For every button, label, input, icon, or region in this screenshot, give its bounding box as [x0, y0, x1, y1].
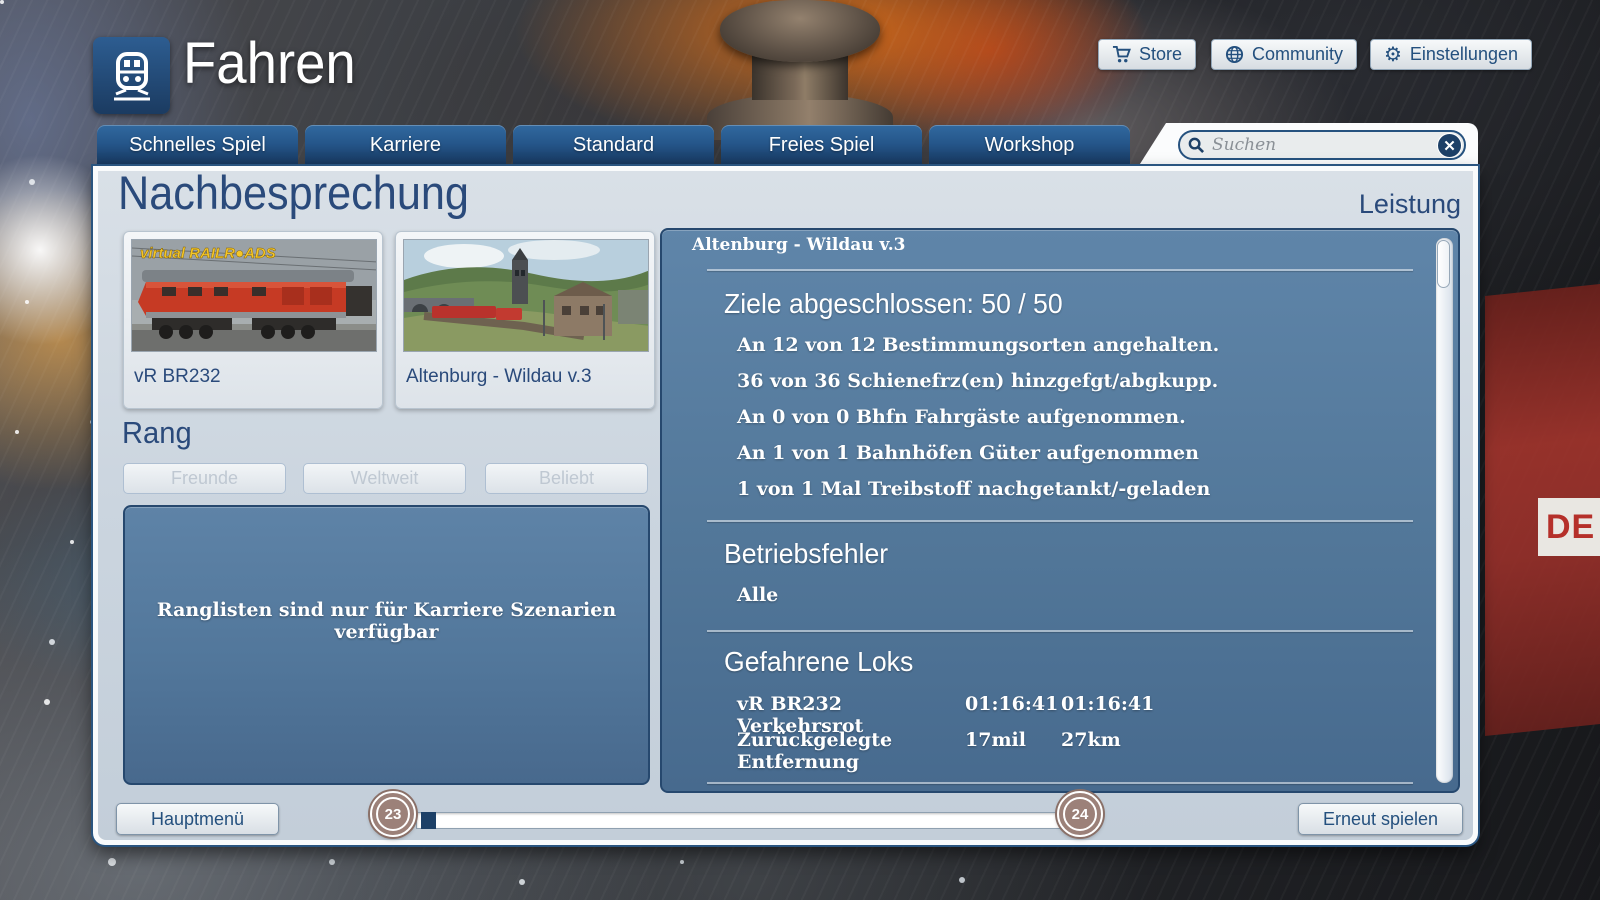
- level-badge-start: 23: [370, 791, 416, 837]
- search-area: ✕: [1138, 123, 1478, 167]
- gear-icon: ⚙: [1383, 43, 1402, 66]
- goal-item: 1 von 1 Mal Treibstoff nachgetankt/-gela…: [737, 478, 1211, 500]
- route-thumbnail-label: Altenburg - Wildau v.3: [406, 366, 592, 387]
- store-button[interactable]: Store: [1097, 39, 1196, 70]
- search-clear-button[interactable]: ✕: [1437, 133, 1462, 158]
- level-start-value: 23: [384, 805, 402, 823]
- tab-schnelles-spiel[interactable]: Schnelles Spiel: [97, 125, 298, 166]
- rank-popular-button[interactable]: Beliebt: [485, 463, 648, 494]
- results-panel: Altenburg - Wildau v.3 Ziele abgeschloss…: [660, 228, 1460, 793]
- loks-title: Gefahrene Loks: [724, 646, 914, 677]
- goal-item: An 12 von 12 Bestimmungsorten angehalten…: [737, 334, 1220, 356]
- cart-icon: [1112, 45, 1131, 63]
- tab-freies-spiel[interactable]: Freies Spiel: [721, 125, 922, 166]
- loco-thumbnail-label: vR BR232: [134, 366, 221, 387]
- divider: [707, 630, 1413, 632]
- panel-content: Nachbesprechung Leistung virtual RAILR●A…: [98, 166, 1473, 840]
- locomotive-funnel-art: [695, 0, 905, 140]
- score-slider-track[interactable]: [416, 812, 1084, 829]
- main-panel: Schnelles Spiel Karriere Standard Freies…: [93, 123, 1478, 845]
- goal-item: An 0 von 0 Bhfn Fahrgäste aufgenommen.: [737, 406, 1186, 428]
- settings-button[interactable]: ⚙ Einstellungen: [1369, 39, 1532, 70]
- rank-panel: Ranglisten sind nur für Karriere Szenari…: [123, 505, 650, 785]
- distance-miles: 17mil: [965, 729, 1026, 751]
- distance-km: 27km: [1061, 729, 1121, 751]
- level-end-value: 24: [1071, 805, 1089, 823]
- scenario-name: Altenburg - Wildau v.3: [692, 235, 906, 255]
- tab-workshop[interactable]: Workshop: [929, 125, 1130, 166]
- results-scrollbar-thumb[interactable]: [1437, 240, 1450, 288]
- community-label: Community: [1251, 44, 1343, 64]
- background-db-logo: DE: [1538, 498, 1600, 556]
- tab-standard[interactable]: Standard: [513, 125, 714, 166]
- page-title: Nachbesprechung: [118, 166, 469, 219]
- replay-button[interactable]: Erneut spielen: [1298, 803, 1463, 835]
- rank-message: Ranglisten sind nur für Karriere Szenari…: [156, 599, 617, 643]
- goals-title: Ziele abgeschlossen: 50 / 50: [724, 288, 1063, 319]
- divider: [707, 269, 1413, 271]
- score-slider-thumb[interactable]: [421, 812, 436, 829]
- tab-karriere[interactable]: Karriere: [305, 125, 506, 166]
- divider: [707, 520, 1413, 522]
- train-icon: [113, 51, 150, 100]
- goal-item: An 1 von 1 Bahnhöfen Güter aufgenommen: [737, 442, 1199, 464]
- tab-bar: Schnelles Spiel Karriere Standard Freies…: [93, 123, 1478, 167]
- search-input[interactable]: [1205, 135, 1464, 155]
- goal-item: 36 von 36 Schienefrz(en) hinzgefgt/abgku…: [737, 370, 1219, 392]
- main-menu-button[interactable]: Hauptmenü: [116, 803, 279, 835]
- globe-icon: [1225, 45, 1244, 64]
- distance-label: Zurückgelegte Entfernung: [737, 729, 893, 773]
- loco-thumbnail-image: virtual RAILR●ADS: [131, 239, 377, 352]
- route-thumbnail-image: [403, 239, 649, 352]
- community-button[interactable]: Community: [1210, 39, 1357, 70]
- rank-title: Rang: [122, 415, 192, 450]
- store-label: Store: [1138, 44, 1182, 64]
- errors-title: Betriebsfehler: [724, 538, 889, 569]
- distance-row: Zurückgelegte Entfernung 17mil 27km: [737, 729, 1121, 773]
- search-icon: [1188, 137, 1205, 153]
- loco-thumbnail-card[interactable]: virtual RAILR●ADS vR BR232: [123, 231, 383, 409]
- panel-frame: Nachbesprechung Leistung virtual RAILR●A…: [93, 166, 1478, 845]
- app-logo: [93, 37, 170, 114]
- svg-text:virtual RAILR●ADS: virtual RAILR●ADS: [140, 245, 276, 262]
- performance-label: Leistung: [1358, 189, 1461, 219]
- snow-specks: [0, 0, 4, 4]
- results-scrollbar-track[interactable]: [1436, 238, 1453, 783]
- rank-friends-button[interactable]: Freunde: [123, 463, 286, 494]
- route-thumbnail-card[interactable]: Altenburg - Wildau v.3: [395, 231, 655, 409]
- level-badge-end: 24: [1057, 791, 1103, 837]
- app-title: Fahren: [183, 31, 356, 96]
- errors-value: Alle: [737, 584, 779, 606]
- background-red-train: [1485, 283, 1600, 737]
- settings-label: Einstellungen: [1409, 44, 1518, 64]
- rank-worldwide-button[interactable]: Weltweit: [303, 463, 466, 494]
- divider: [707, 782, 1413, 784]
